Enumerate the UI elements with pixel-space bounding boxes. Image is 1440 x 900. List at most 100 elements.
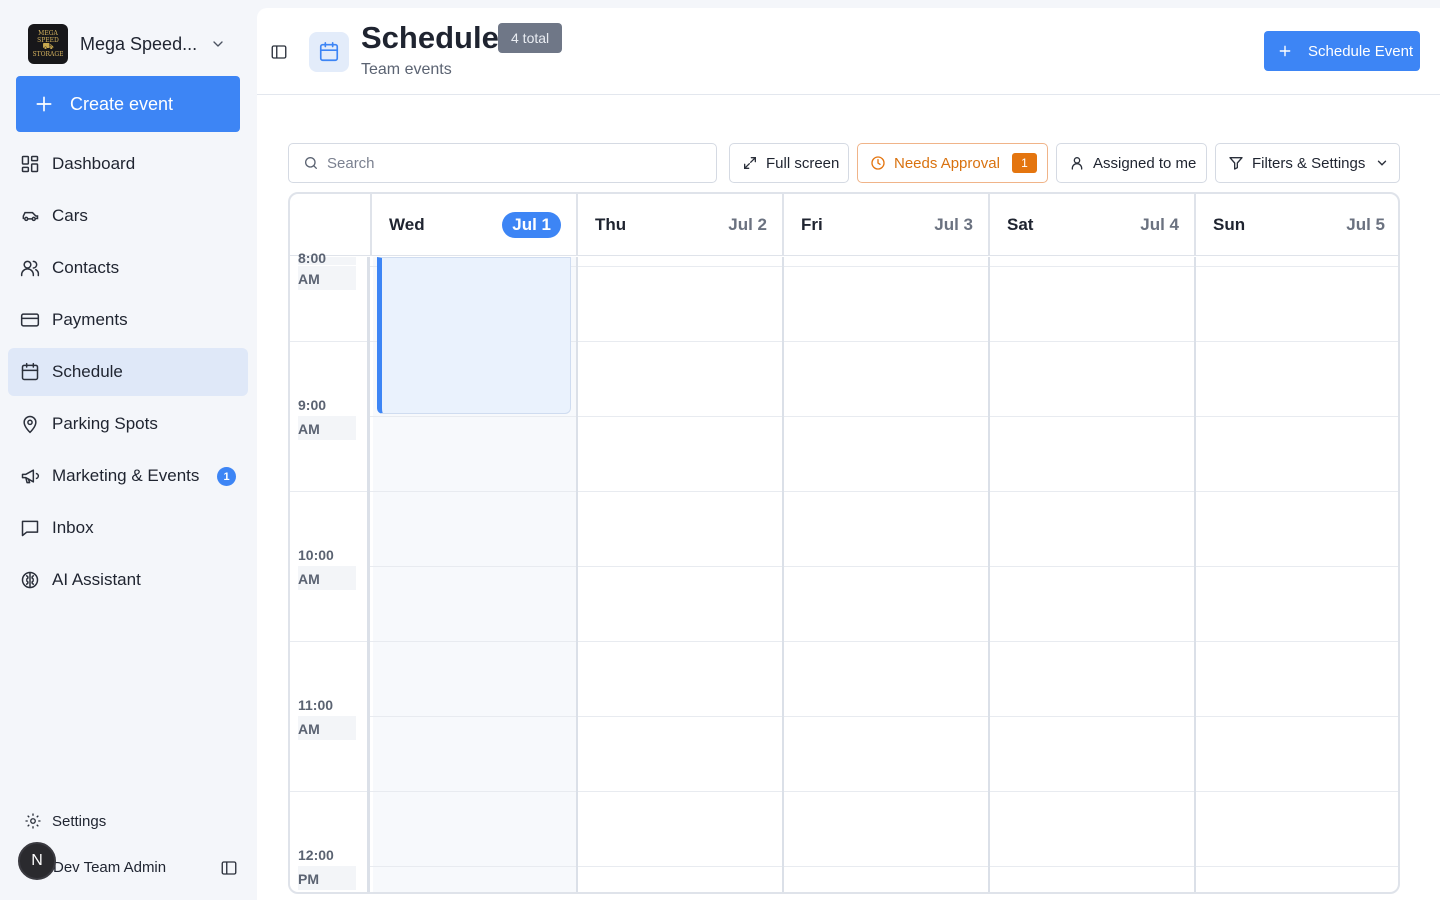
filters-settings-label: Filters & Settings (1252, 154, 1366, 172)
day-date: Jul 3 (934, 215, 973, 234)
time-label-period: AM (298, 571, 320, 587)
day-name: Wed (389, 215, 425, 234)
sidebar-item-inbox[interactable]: Inbox (8, 504, 248, 552)
plus-icon (1278, 44, 1292, 58)
filter-icon (1228, 155, 1244, 171)
search-icon (303, 155, 319, 171)
calendar-header: Wed Jul 1 Thu Jul 2 Fri Jul 3 Sat Jul 4 … (290, 194, 1398, 256)
map-pin-icon (20, 414, 40, 434)
brain-icon (20, 570, 40, 590)
today-date-badge: Jul 1 (502, 212, 561, 238)
contacts-icon (20, 258, 40, 278)
sidebar: MEGA SPEED ⛟ STORAGE Mega Speed... Creat… (0, 0, 256, 900)
sidebar-item-ai-assistant[interactable]: AI Assistant (8, 556, 248, 604)
time-gutter: 8:00 AM 9:00 AM 10:00 AM 11:00 AM 12:00 … (290, 250, 370, 892)
day-date: Jul 2 (728, 215, 767, 234)
notification-badge: 1 (217, 467, 236, 486)
megaphone-icon (20, 466, 40, 486)
time-label-hour: 12:00 (298, 847, 334, 863)
filters-settings-button[interactable]: Filters & Settings (1215, 143, 1400, 183)
assigned-to-me-label: Assigned to me (1093, 154, 1197, 172)
day-header-wed[interactable]: Wed Jul 1 (370, 194, 576, 256)
time-label-period: AM (298, 721, 320, 737)
org-logo: MEGA SPEED ⛟ STORAGE (28, 24, 68, 64)
time-label-period: PM (298, 871, 319, 887)
org-name: Mega Speed... (80, 33, 198, 54)
message-square-icon (20, 518, 40, 538)
sidebar-item-label: Schedule (52, 362, 123, 381)
clock-icon (870, 155, 886, 171)
calendar-toolbar: Full screen Needs Approval 1 Assigned to… (288, 143, 1400, 183)
sidebar-item-contacts[interactable]: Contacts (8, 244, 248, 292)
full-screen-label: Full screen (766, 154, 840, 172)
calendar-icon (309, 32, 349, 72)
day-header-sun[interactable]: Sun Jul 5 (1194, 194, 1398, 256)
day-name: Sun (1213, 215, 1246, 234)
credit-card-icon (20, 310, 40, 330)
sidebar-item-label: Marketing & Events (52, 466, 200, 485)
org-logo-line-2: STORAGE (32, 51, 64, 58)
calendar-event[interactable] (377, 257, 571, 414)
sidebar-item-dashboard[interactable]: Dashboard (8, 140, 248, 188)
day-name: Thu (595, 215, 627, 234)
plus-icon (34, 94, 54, 114)
sidebar-item-cars[interactable]: Cars (8, 192, 248, 240)
chevron-down-icon (1375, 156, 1389, 170)
needs-approval-label: Needs Approval (894, 154, 1000, 172)
sidebar-item-label: Inbox (52, 518, 94, 537)
day-header-thu[interactable]: Thu Jul 2 (576, 194, 782, 256)
sidebar-item-label: Parking Spots (52, 414, 158, 433)
schedule-event-button[interactable]: Schedule Event (1264, 31, 1420, 71)
chevron-down-icon (210, 36, 226, 52)
sidebar-item-schedule[interactable]: Schedule (8, 348, 248, 396)
time-label-hour: 8:00 (298, 250, 327, 266)
assigned-to-me-button[interactable]: Assigned to me (1056, 143, 1207, 183)
create-event-button[interactable]: Create event (16, 76, 240, 132)
create-event-label: Create event (70, 93, 174, 114)
sidebar-item-label: Dashboard (52, 154, 136, 173)
needs-approval-button[interactable]: Needs Approval 1 (857, 143, 1048, 183)
org-switcher[interactable]: MEGA SPEED ⛟ STORAGE Mega Speed... (28, 24, 238, 64)
user-icon (1069, 155, 1085, 171)
sidebar-item-label: Cars (52, 206, 88, 225)
day-name: Fri (801, 215, 823, 234)
sidebar-item-label: AI Assistant (52, 570, 141, 589)
main-panel: Schedule 4 total Team events Schedule Ev… (257, 8, 1440, 900)
user-name: Dev Team Admin (53, 859, 167, 876)
day-header-fri[interactable]: Fri Jul 3 (782, 194, 988, 256)
schedule-event-label: Schedule Event (1308, 42, 1414, 60)
dashboard-icon (20, 154, 40, 174)
page-title: Schedule (361, 20, 499, 55)
time-label-hour: 11:00 (298, 697, 334, 713)
settings-label: Settings (52, 812, 107, 830)
time-label-period: AM (298, 421, 320, 437)
search-input[interactable] (327, 154, 707, 172)
day-header-sat[interactable]: Sat Jul 4 (988, 194, 1194, 256)
day-name: Sat (1007, 215, 1034, 234)
avatar[interactable]: N (18, 842, 56, 880)
sidebar-collapse-icon[interactable] (220, 859, 238, 877)
day-date: Jul 4 (1140, 215, 1179, 234)
car-icon (20, 206, 40, 226)
time-label-period: AM (298, 271, 320, 287)
expand-icon (742, 155, 758, 171)
full-screen-button[interactable]: Full screen (729, 143, 849, 183)
sidebar-item-label: Payments (52, 310, 128, 329)
calendar-time-grid: 8:00 AM 9:00 AM 10:00 AM 11:00 AM 12:00 … (290, 250, 1398, 892)
page-subtitle: Team events (361, 61, 452, 78)
sidebar-item-parking-spots[interactable]: Parking Spots (8, 400, 248, 448)
sidebar-nav: Dashboard Cars Contacts Payments Schedul… (8, 140, 248, 608)
sidebar-toggle-icon[interactable] (270, 43, 288, 61)
search-box (288, 143, 717, 183)
approval-count-badge: 1 (1011, 153, 1037, 173)
time-label-hour: 10:00 (298, 547, 334, 563)
sidebar-item-label: Contacts (52, 258, 120, 277)
user-profile: Dev Team Admin N (18, 842, 240, 882)
settings-link[interactable]: Settings (24, 812, 106, 830)
sidebar-item-payments[interactable]: Payments (8, 296, 248, 344)
total-badge: 4 total (498, 23, 563, 53)
calendar-icon (20, 362, 40, 382)
sidebar-item-marketing-events[interactable]: Marketing & Events 1 (8, 452, 248, 500)
week-calendar: Wed Jul 1 Thu Jul 2 Fri Jul 3 Sat Jul 4 … (288, 192, 1400, 894)
time-label-hour: 9:00 (298, 397, 327, 413)
